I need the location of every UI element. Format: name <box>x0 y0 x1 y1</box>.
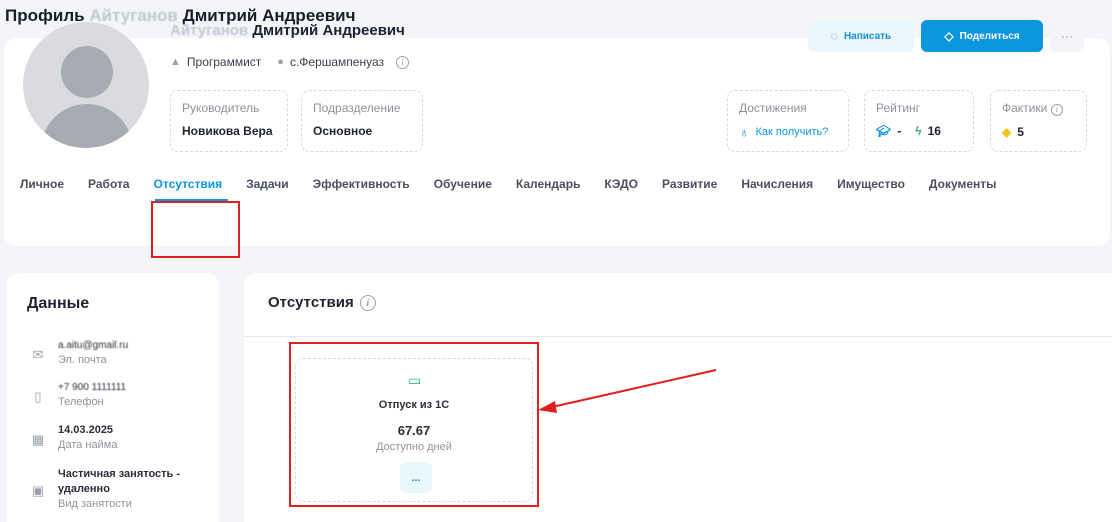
annotation-arrow <box>538 369 717 413</box>
